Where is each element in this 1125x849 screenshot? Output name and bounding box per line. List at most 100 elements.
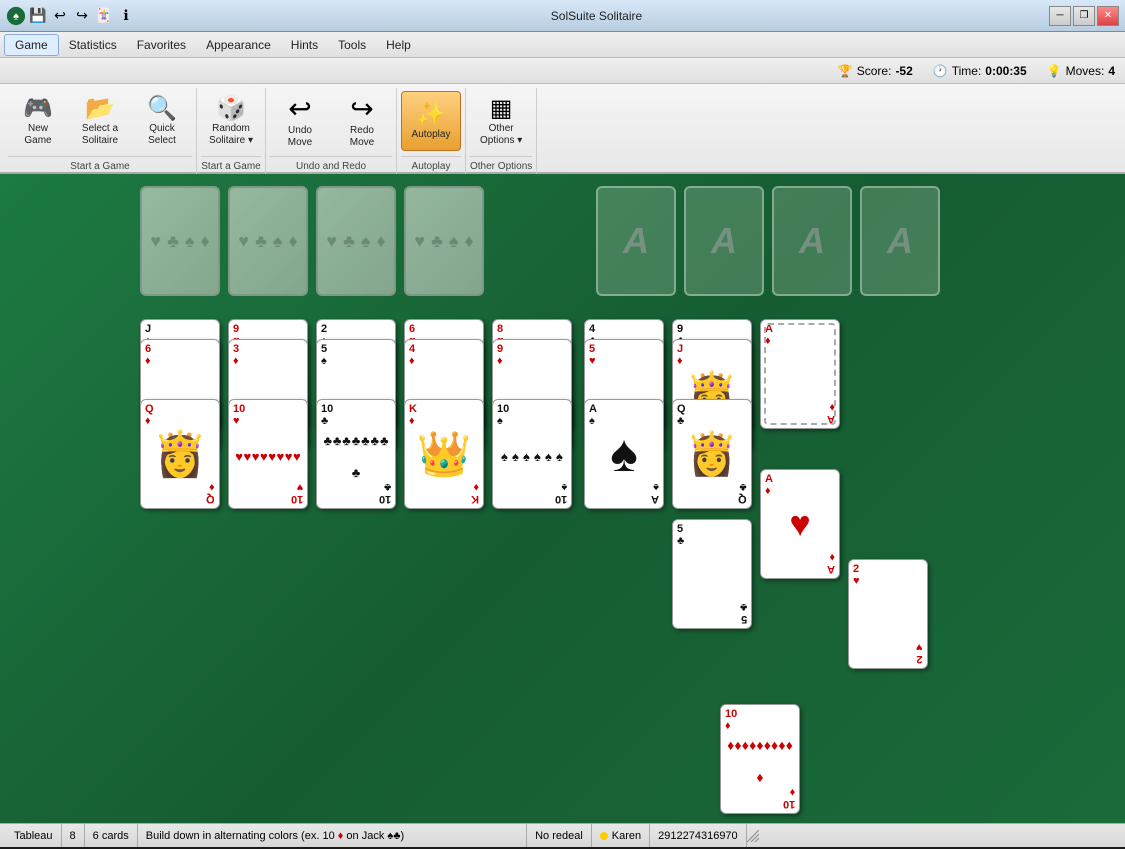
stock-placeholder-2[interactable]: ♥ ♣ ♠ ♦ [228,186,308,296]
card-rank-br: 2♥ [916,641,923,665]
suit-club-2: ♣ [255,231,267,252]
card-col6-ace-spades[interactable]: A♠ A♠ ♠ [584,399,664,509]
info-quick-btn[interactable]: ℹ [116,7,136,25]
titlebar: ♠ 💾 ↩ ↪ 🃏 ℹ SolSuite Solitaire ─ ❐ ✕ [0,0,1125,32]
card-face: A♦ A♦ [761,320,839,428]
select-solitaire-label: Select aSolitaire [82,123,118,147]
close-button[interactable]: ✕ [1097,6,1119,26]
toolbar-buttons-random: 🎲 RandomSolitaire ▾ [201,88,261,156]
quick-select-label: QuickSelect [148,123,176,147]
save-quick-btn[interactable]: 💾 [28,7,48,25]
user-name: Karen [612,830,641,842]
stock-placeholder-1[interactable]: ♥ ♣ ♠ ♦ [140,186,220,296]
quick-select-button[interactable]: 🔍 QuickSelect [132,91,192,151]
menu-game[interactable]: Game [4,34,59,56]
suit-heart-3: ♥ [326,231,337,252]
undo-move-button[interactable]: ↩ UndoMove [270,91,330,151]
menu-appearance[interactable]: Appearance [196,35,281,55]
card-face: 5♣ 5♣ [673,520,751,628]
resize-handle[interactable] [747,824,1119,847]
quick-select-icon: 🔍 [147,97,177,121]
other-options-icon: ▦ [490,97,513,121]
menu-tools[interactable]: Tools [328,35,376,55]
foundation-4[interactable]: A [860,186,940,296]
suit-club-4: ♣ [431,231,443,252]
suit-club-3: ♣ [343,231,355,252]
score-label: Score: [857,64,892,78]
suit-spade-2: ♠ [273,231,283,252]
redo-quick-btn[interactable]: ↪ [72,7,92,25]
card-col3-10-clubs[interactable]: 10♣ 10♣ ♣♣ ♣♣ ♣♣ ♣♣ [316,399,396,509]
card-col8-2-hearts[interactable]: A♦ A♦ ♥ [760,469,840,579]
card-rank-tl: 2♥ [853,563,860,587]
redo-move-button[interactable]: ↪ RedoMove [332,91,392,151]
autoplay-button[interactable]: ✨ Autoplay [401,91,461,151]
foundation-ace-4: A [887,220,913,262]
card-rank-tl: 5♣ [677,523,684,547]
toolbar-group-start: 🎮 NewGame 📂 Select aSolitaire 🔍 QuickSel… [4,88,197,174]
suit-heart-1: ♥ [150,231,161,252]
undo-quick-btn[interactable]: ↩ [50,7,70,25]
card-col8-ace-diamonds[interactable]: A♦ A♦ [760,319,840,429]
stock-placeholder-3[interactable]: ♥ ♣ ♠ ♦ [316,186,396,296]
card-col4-king-diamonds[interactable]: K♦ K♦ 👑 [404,399,484,509]
menu-hints[interactable]: Hints [281,35,328,55]
card-10-diamonds-lone[interactable]: 10♦ 10♦ ♦♦ ♦♦ ♦♦ ♦♦ ♦♦ [720,704,800,814]
card-rank-tl: 3♦ [233,343,239,367]
svg-text:♠: ♠ [13,10,19,22]
user-dot [600,832,608,840]
window-controls: ─ ❐ ✕ [1049,6,1119,26]
toolbar-group-options-label: Other Options [470,156,532,174]
new-game-button[interactable]: 🎮 NewGame [8,91,68,151]
select-solitaire-button[interactable]: 📂 Select aSolitaire [70,91,130,151]
card-col1-queen-diamonds[interactable]: Q♦ Q♦ 👸 [140,399,220,509]
random-solitaire-icon: 🎲 [216,97,246,121]
cards-label: 6 cards [93,830,129,842]
menu-favorites[interactable]: Favorites [127,35,196,55]
menu-statistics[interactable]: Statistics [59,35,127,55]
rule-text: Build down in alternating colors (ex. 10… [146,830,404,842]
card-col2-10-hearts[interactable]: 10♥ 10♥ ♥♥ ♥♥ ♥♥ ♥♥ [228,399,308,509]
time-label: Time: [952,64,982,78]
card-col8-2h[interactable]: 2♥ 2♥ [848,559,928,669]
card-face: 10♠ 10♠ ♠♠ ♠♠ ♠♠ [493,400,571,508]
menu-help[interactable]: Help [376,35,421,55]
random-solitaire-label: RandomSolitaire ▾ [209,123,253,147]
game-area[interactable]: ♥ ♣ ♠ ♦ ♥ ♣ ♠ ♦ ♥ ♣ ♠ ♦ ♥ ♣ ♠ ♦ A A A A … [0,174,1125,823]
moves-display: 💡 Moves: 4 [1047,64,1115,78]
minimize-button[interactable]: ─ [1049,6,1071,26]
random-solitaire-button[interactable]: 🎲 RandomSolitaire ▾ [201,91,261,151]
card-col7-5-clubs[interactable]: 5♣ 5♣ [672,519,752,629]
stock-placeholder-4[interactable]: ♥ ♣ ♠ ♦ [404,186,484,296]
foundation-1[interactable]: A [596,186,676,296]
toolbar-group-random: 🎲 RandomSolitaire ▾ Start a Game [197,88,266,174]
toolbar-group-start-label: Start a Game [8,156,192,174]
card-face: 2♥ 2♥ [849,560,927,668]
statusbar-bottom: Tableau 8 6 cards Build down in alternat… [0,823,1125,847]
card-col5-10-spades[interactable]: 10♠ 10♠ ♠♠ ♠♠ ♠♠ [492,399,572,509]
redeal-section: No redeal [527,824,592,847]
foundation-2[interactable]: A [684,186,764,296]
new-game-icon: 🎮 [23,97,53,121]
cards-label-section: 6 cards [85,824,138,847]
toolbar-buttons-undo: ↩ UndoMove ↪ RedoMove [270,88,392,156]
rule-section: Build down in alternating colors (ex. 10… [138,824,527,847]
moves-value: 4 [1108,64,1115,78]
restore-button[interactable]: ❐ [1073,6,1095,26]
new-quick-btn[interactable]: 🃏 [94,7,114,25]
other-options-button[interactable]: ▦ OtherOptions ▾ [471,91,531,151]
toolbar-group-random-label: Start a Game [201,156,261,174]
foundation-3[interactable]: A [772,186,852,296]
suit-heart-4: ♥ [414,231,425,252]
card-face: K♦ K♦ 👑 [405,400,483,508]
cards-count-section: 8 [62,824,85,847]
card-col7-queen-clubs[interactable]: Q♣ Q♣ 👸 [672,399,752,509]
score-value: -52 [895,64,912,78]
foundation-ace-2: A [711,220,737,262]
card-rank-br: 5♣ [740,601,747,625]
card-rank-tl: 5♥ [589,343,596,367]
card-face: Q♦ Q♦ 👸 [141,400,219,508]
suit-club-1: ♣ [167,231,179,252]
new-game-label: NewGame [24,123,51,147]
undo-label: UndoMove [288,125,312,149]
